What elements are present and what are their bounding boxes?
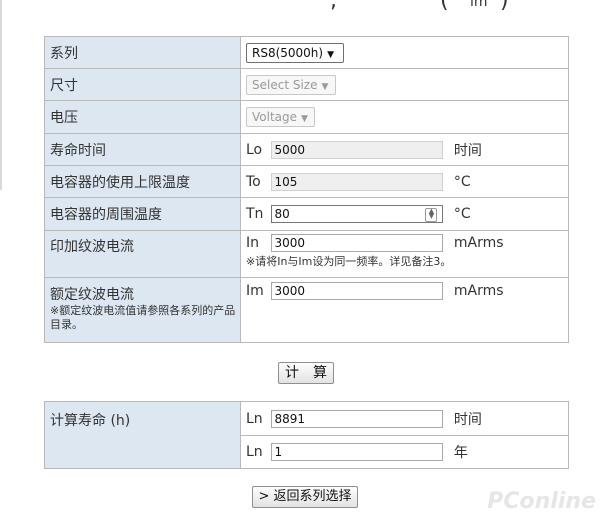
result-hours-field[interactable]: 8891 [271, 409, 444, 428]
lifetime-field[interactable]: 5000 [271, 140, 444, 159]
upper-temp-field[interactable]: 105 [271, 172, 444, 191]
header-formula-fragment: , ( lm ) [0, 0, 602, 13]
row-upper-temp: 电容器的使用上限温度 To 105 °C [44, 165, 569, 198]
row-voltage: 电压 Voltage ▼ [44, 100, 569, 134]
voltage-label: 电压 [44, 100, 241, 134]
lifetime-unit: 时间 [453, 142, 482, 159]
series-selected-value: RS8(5000h) [252, 45, 324, 60]
result-years-prefix: Ln [246, 444, 263, 460]
applied-ripple-field[interactable]: 3000 [271, 234, 444, 252]
ambient-temp-field[interactable]: 80 ▲ ▼ [271, 205, 444, 223]
ambient-temp-value: 80 [274, 207, 290, 221]
chevron-down-icon: ▼ [327, 49, 335, 60]
size-select[interactable]: Select Size ▼ [246, 74, 336, 95]
result-hours-prefix: Ln [246, 410, 263, 427]
lifetime-prefix: Lo [246, 141, 263, 158]
rated-ripple-label: 额定纹波电流 [50, 287, 134, 303]
calculate-button[interactable]: 计 算 [278, 362, 334, 384]
rated-ripple-field[interactable]: 3000 [271, 282, 444, 300]
formula-open-paren: ( [440, 0, 449, 13]
row-applied-ripple: 印加纹波电流 In 3000 mArms ※请将In与Im设为同一频率。详见备注… [44, 230, 569, 278]
formula-subscript: lm [470, 0, 488, 10]
series-select[interactable]: RS8(5000h) ▼ [246, 42, 344, 63]
back-to-series-button[interactable]: > 返回系列选择 [252, 486, 358, 508]
lifetime-label: 寿命时间 [44, 133, 241, 166]
applied-ripple-note: ※请将In与Im设为同一频率。详见备注3。 [246, 255, 452, 268]
rated-ripple-note: ※额定纹波电流值请参照各系列的产品目录。 [50, 304, 236, 331]
upper-temp-label: 电容器的使用上限温度 [44, 165, 241, 198]
formula-comma: , [330, 0, 337, 13]
spinner-arrows-icon[interactable]: ▲ ▼ [425, 208, 438, 222]
voltage-placeholder: Voltage [252, 110, 298, 124]
size-placeholder: Select Size [252, 77, 318, 92]
applied-ripple-label: 印加纹波电流 [44, 230, 241, 278]
formula-close-paren: ) [500, 0, 509, 13]
series-label: 系列 [44, 36, 241, 69]
rated-ripple-prefix: Im [246, 283, 264, 299]
input-table: 系列 RS8(5000h) ▼ 尺寸 Select Size ▼ 电压 Voltag… [44, 36, 569, 343]
watermark-logo: PConline [487, 489, 596, 514]
upper-temp-prefix: To [246, 173, 261, 190]
upper-temp-unit: °C [453, 173, 471, 190]
rated-ripple-unit: mArms [453, 283, 504, 299]
ambient-temp-label: 电容器的周围温度 [44, 197, 241, 231]
rated-ripple-label-cell: 额定纹波电流 ※额定纹波电流值请参照各系列的产品目录。 [44, 277, 241, 343]
applied-ripple-unit: mArms [453, 235, 504, 251]
chevron-down-icon: ▼ [301, 114, 308, 124]
row-ambient-temp: 电容器的周围温度 Tn 80 ▲ ▼ °C [44, 197, 569, 231]
row-series: 系列 RS8(5000h) ▼ [44, 36, 569, 69]
size-label: 尺寸 [44, 68, 241, 101]
ambient-temp-unit: °C [453, 206, 471, 222]
row-result-hours: 计算寿命 (h) Ln 8891 时间 [44, 401, 569, 469]
applied-ripple-prefix: In [246, 235, 260, 251]
result-years-field[interactable]: 1 [271, 443, 444, 461]
row-lifetime: 寿命时间 Lo 5000 时间 [44, 133, 569, 166]
result-table: 计算寿命 (h) Ln 8891 时间 Ln 1 年 [44, 401, 569, 469]
result-hours-unit: 时间 [453, 411, 482, 428]
left-scroll-edge [0, 0, 2, 190]
row-rated-ripple: 额定纹波电流 ※额定纹波电流值请参照各系列的产品目录。 Im 3000 mArm… [44, 277, 569, 343]
result-years-unit: 年 [453, 445, 468, 461]
ambient-temp-prefix: Tn [246, 206, 264, 222]
result-label: 计算寿命 (h) [44, 401, 241, 469]
row-size: 尺寸 Select Size ▼ [44, 68, 569, 101]
voltage-select[interactable]: Voltage ▼ [246, 107, 315, 127]
chevron-down-icon: ▼ [321, 81, 329, 92]
